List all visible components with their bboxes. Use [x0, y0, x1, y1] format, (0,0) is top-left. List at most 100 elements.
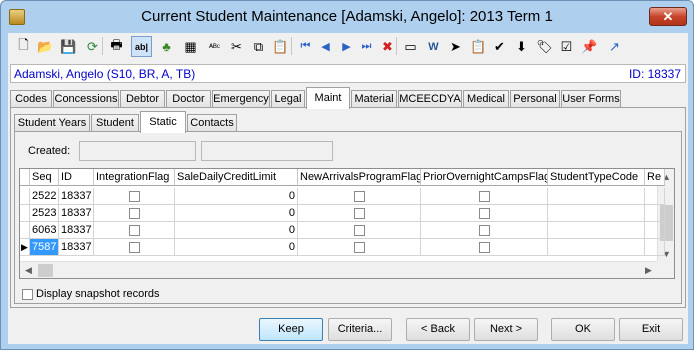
tab-personal[interactable]: Personal — [510, 90, 560, 108]
flag-checkbox[interactable] — [478, 207, 490, 219]
overflow-cell[interactable] — [645, 222, 665, 239]
download-icon[interactable]: ⬇ — [511, 36, 532, 57]
subtab-student[interactable]: Student — [91, 114, 139, 132]
table-row[interactable]: ▶ 7587 18337 0 — [20, 239, 665, 256]
new-arrivals-flag-cell[interactable] — [298, 205, 421, 222]
column-header-saledailycreditlimit[interactable]: SaleDailyCreditLimit — [175, 169, 298, 186]
flag-checkbox[interactable] — [478, 190, 490, 202]
tab-mceecdya[interactable]: MCEECDYA — [398, 90, 462, 108]
horizontal-scroll-thumb[interactable] — [38, 264, 53, 277]
print-icon[interactable]: 🖶 — [106, 36, 127, 57]
seq-cell[interactable]: 2522 — [30, 188, 59, 205]
tab-doctor[interactable]: Doctor — [166, 90, 211, 108]
table-row[interactable]: 2522 18337 0 — [20, 188, 665, 205]
title-bar[interactable]: Current Student Maintenance [Adamski, An… — [1, 1, 693, 33]
new-arrivals-flag-cell[interactable] — [298, 222, 421, 239]
subtab-student-years[interactable]: Student Years — [14, 114, 90, 132]
scroll-right-icon[interactable]: ▶ — [640, 262, 657, 278]
id-cell[interactable]: 18337 — [59, 188, 94, 205]
next-record-icon[interactable]: ▶ — [336, 36, 357, 57]
save-icon[interactable]: 💾 — [58, 36, 79, 57]
row-indicator[interactable] — [20, 205, 30, 222]
flag-checkbox[interactable] — [478, 241, 490, 253]
approve-icon[interactable]: ✔ — [489, 36, 510, 57]
cut-icon[interactable]: ✂ — [226, 36, 247, 57]
flag-checkbox[interactable] — [128, 190, 140, 202]
send-icon[interactable]: ➤ — [445, 36, 466, 57]
seq-cell[interactable]: 6063 — [30, 222, 59, 239]
snapshot-checkbox[interactable] — [22, 288, 33, 300]
seq-cell[interactable]: 2523 — [30, 205, 59, 222]
tree-icon[interactable]: ♣ — [156, 36, 177, 57]
integration-flag-cell[interactable] — [94, 239, 175, 256]
prior-camps-flag-cell[interactable] — [421, 205, 548, 222]
snapshot-option[interactable]: Display snapshot records — [22, 288, 160, 300]
pin-icon[interactable]: 📌 — [579, 36, 600, 57]
open-folder-icon[interactable]: 📂 — [35, 36, 56, 57]
column-header-id[interactable]: ID — [59, 169, 94, 186]
integration-flag-cell[interactable] — [94, 205, 175, 222]
tab-material[interactable]: Material — [351, 90, 397, 108]
column-header-integrationflag[interactable]: IntegrationFlag — [94, 169, 175, 186]
overflow-cell[interactable] — [645, 188, 665, 205]
prior-camps-flag-cell[interactable] — [421, 222, 548, 239]
form-icon[interactable]: ▭ — [400, 36, 421, 57]
last-record-icon[interactable]: ⏭ — [356, 36, 377, 57]
tab-codes[interactable]: Codes — [10, 90, 52, 108]
scroll-left-icon[interactable]: ◀ — [20, 262, 37, 278]
flag-checkbox[interactable] — [353, 207, 365, 219]
flag-checkbox[interactable] — [128, 224, 140, 236]
arrow-up-right-icon[interactable]: ↗ — [604, 36, 625, 57]
copy-icon[interactable]: ⧉ — [248, 36, 269, 57]
clipboard-icon[interactable]: 📋 — [468, 36, 489, 57]
previous-record-icon[interactable]: ◀ — [315, 36, 336, 57]
id-cell[interactable]: 18337 — [59, 222, 94, 239]
new-icon[interactable]: 🗋 — [13, 36, 34, 57]
horizontal-scrollbar[interactable]: ◀ ▶ — [20, 261, 657, 278]
exit-button[interactable]: Exit — [619, 318, 683, 341]
student-type-code-cell[interactable] — [548, 239, 645, 256]
next-button[interactable]: Next > — [474, 318, 538, 341]
tab-maint[interactable]: Maint — [306, 87, 350, 109]
flag-checkbox[interactable] — [353, 224, 365, 236]
table-row[interactable]: 6063 18337 0 — [20, 222, 665, 239]
tab-user-forms[interactable]: User Forms — [561, 90, 621, 108]
id-cell[interactable]: 18337 — [59, 239, 94, 256]
integration-flag-cell[interactable] — [94, 222, 175, 239]
flag-checkbox[interactable] — [128, 207, 140, 219]
integration-flag-cell[interactable] — [94, 188, 175, 205]
first-record-icon[interactable]: ⏮ — [295, 36, 316, 57]
calculator-icon[interactable]: ▦ — [180, 36, 201, 57]
credit-limit-cell[interactable]: 0 — [175, 205, 298, 222]
row-indicator[interactable] — [20, 222, 30, 239]
flag-checkbox[interactable] — [478, 224, 490, 236]
checklist-icon[interactable]: ☑ — [556, 36, 577, 57]
credit-limit-cell[interactable]: 0 — [175, 239, 298, 256]
paste-icon[interactable]: 📋 — [270, 36, 291, 57]
tab-legal[interactable]: Legal — [271, 90, 305, 108]
table-row[interactable]: 2523 18337 0 — [20, 205, 665, 222]
overflow-cell[interactable] — [645, 205, 665, 222]
tab-medical[interactable]: Medical — [463, 90, 509, 108]
criteria-button[interactable]: Criteria... — [328, 318, 392, 341]
tab-emergency[interactable]: Emergency — [212, 90, 270, 108]
id-cell[interactable]: 18337 — [59, 205, 94, 222]
column-header-seq[interactable]: Seq — [30, 169, 59, 186]
column-header-studenttypecode[interactable]: StudentTypeCode — [548, 169, 645, 186]
close-button[interactable]: ✕ — [649, 7, 687, 26]
credit-limit-cell[interactable]: 0 — [175, 188, 298, 205]
refresh-icon[interactable]: ⟳ — [82, 36, 103, 57]
flag-checkbox[interactable] — [128, 241, 140, 253]
back-button[interactable]: < Back — [406, 318, 470, 341]
delete-icon[interactable]: ✖ — [377, 36, 398, 57]
subtab-contacts[interactable]: Contacts — [187, 114, 237, 132]
row-indicator[interactable]: ▶ — [20, 239, 30, 256]
prior-camps-flag-cell[interactable] — [421, 188, 548, 205]
spellcheck-icon[interactable]: ᴬᴮᶜ — [204, 36, 225, 57]
tab-debtor[interactable]: Debtor — [120, 90, 165, 108]
overflow-cell[interactable] — [645, 239, 665, 256]
flag-checkbox[interactable] — [353, 190, 365, 202]
prior-camps-flag-cell[interactable] — [421, 239, 548, 256]
credit-limit-cell[interactable]: 0 — [175, 222, 298, 239]
column-header-priorovernightcampsflag[interactable]: PriorOvernightCampsFlag — [421, 169, 548, 186]
